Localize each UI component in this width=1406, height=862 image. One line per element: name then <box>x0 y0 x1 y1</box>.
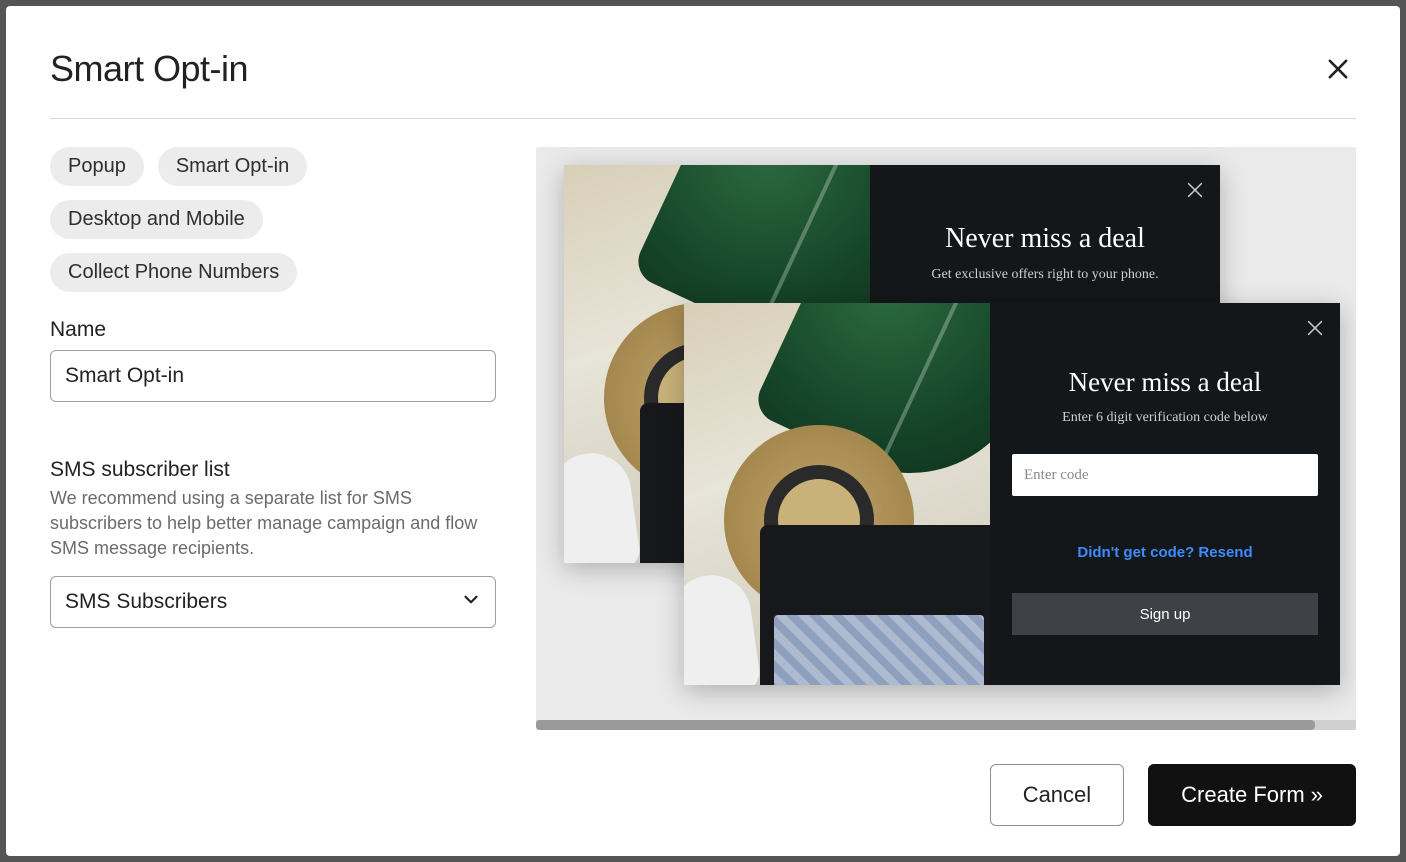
preview-column: Never miss a deal Get exclusive offers r… <box>536 147 1356 730</box>
verification-code-input[interactable] <box>1012 454 1318 496</box>
modal-footer: Cancel Create Form » <box>50 730 1356 826</box>
sms-list-heading: SMS subscriber list <box>50 458 496 482</box>
preview-front-close-button[interactable] <box>1304 317 1326 339</box>
preview-image <box>684 303 990 685</box>
modal-header: Smart Opt-in <box>50 48 1356 119</box>
sms-list-description: We recommend using a separate list for S… <box>50 486 496 562</box>
preview-card-front: Never miss a deal Enter 6 digit verifica… <box>684 303 1340 685</box>
resend-code-link[interactable]: Didn't get code? Resend <box>1077 544 1252 561</box>
chip-smart-optin: Smart Opt-in <box>158 147 307 186</box>
preview-scrollbar-track[interactable] <box>536 720 1356 730</box>
preview-front-title: Never miss a deal <box>1069 367 1262 398</box>
preview-front-panel: Never miss a deal Enter 6 digit verifica… <box>990 303 1340 685</box>
preview-stage: Never miss a deal Get exclusive offers r… <box>536 147 1356 730</box>
modal-body: Popup Smart Opt-in Desktop and Mobile Co… <box>50 119 1356 730</box>
tag-chips: Popup Smart Opt-in Desktop and Mobile Co… <box>50 147 496 292</box>
sms-list-select-wrap: SMS Subscribers <box>50 576 496 628</box>
cancel-button[interactable]: Cancel <box>990 764 1124 826</box>
preview-back-title: Never miss a deal <box>945 223 1145 255</box>
create-form-button[interactable]: Create Form » <box>1148 764 1356 826</box>
signup-button[interactable]: Sign up <box>1012 593 1318 635</box>
modal-title: Smart Opt-in <box>50 48 248 90</box>
chip-popup: Popup <box>50 147 144 186</box>
modal-close-button[interactable] <box>1320 51 1356 87</box>
preview-back-subtitle: Get exclusive offers right to your phone… <box>931 267 1158 283</box>
close-icon <box>1184 179 1206 201</box>
chip-desktop-mobile: Desktop and Mobile <box>50 200 263 239</box>
preview-front-subtitle: Enter 6 digit verification code below <box>1062 410 1268 426</box>
close-icon <box>1304 317 1326 339</box>
smart-optin-modal: Smart Opt-in Popup Smart Opt-in Desktop … <box>6 6 1400 856</box>
sms-list-select[interactable]: SMS Subscribers <box>50 576 496 628</box>
name-label: Name <box>50 318 496 342</box>
chip-collect-phone: Collect Phone Numbers <box>50 253 297 292</box>
preview-back-close-button[interactable] <box>1184 179 1206 201</box>
close-icon <box>1324 55 1352 83</box>
form-column: Popup Smart Opt-in Desktop and Mobile Co… <box>50 147 496 730</box>
preview-scrollbar-thumb[interactable] <box>536 720 1315 730</box>
name-input[interactable] <box>50 350 496 402</box>
